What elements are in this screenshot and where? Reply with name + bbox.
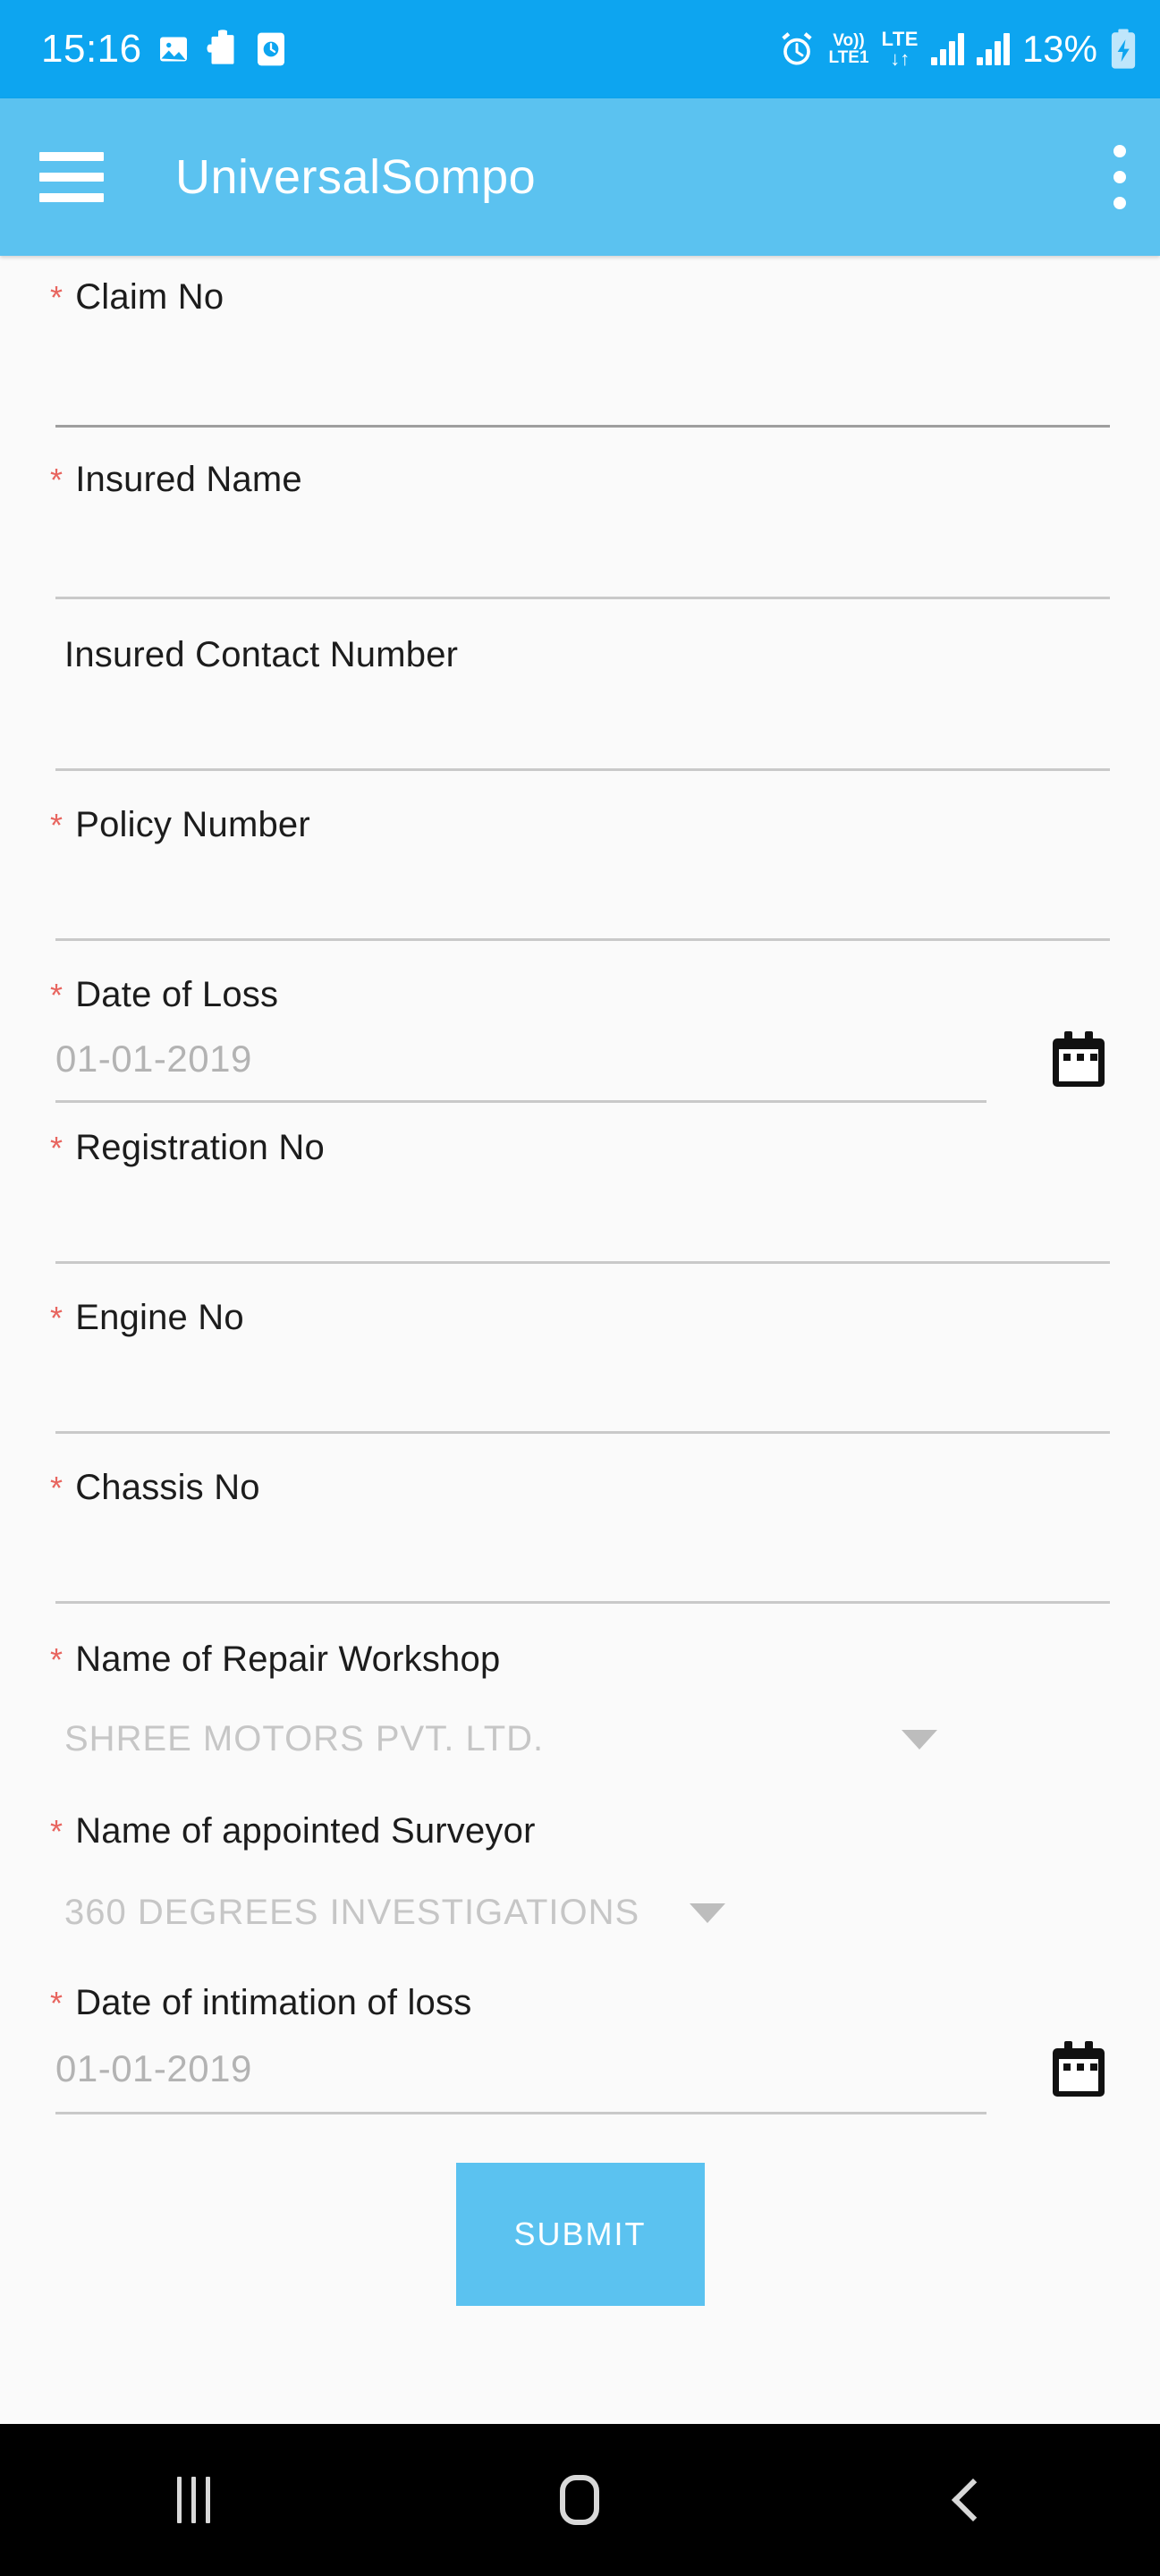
required-asterisk: * (50, 462, 64, 498)
dropdown-value-appointed-surveyor: 360 DEGREES INVESTIGATIONS (64, 1893, 640, 1932)
field-registration-no: * Registration No (0, 1108, 1160, 1264)
input-claim-no[interactable] (0, 318, 1160, 425)
input-date-of-intimation[interactable]: 01-01-2019 (55, 2047, 1037, 2090)
field-date-of-intimation: * Date of intimation of loss 01-01-2019 (0, 1933, 1160, 2120)
label-text: Registration No (75, 1128, 325, 1167)
calendar-icon[interactable] (1053, 2041, 1105, 2097)
label-engine-no: * Engine No (0, 1264, 1160, 1338)
signal-icon-sim2 (976, 33, 1010, 65)
dropdown-value-repair-workshop: SHREE MOTORS PVT. LTD. (64, 1719, 545, 1758)
label-insured-contact-number: Insured Contact Number (0, 599, 1160, 675)
label-text: Policy Number (75, 805, 310, 844)
underline-date-of-loss (55, 1099, 986, 1103)
recents-icon[interactable] (117, 2424, 269, 2576)
home-icon[interactable] (504, 2424, 656, 2576)
app-bar: UniversalSompo (0, 98, 1160, 256)
label-text: Name of Repair Workshop (75, 1640, 501, 1679)
required-asterisk: * (50, 807, 64, 843)
submit-row: SUBMIT (0, 2163, 1160, 2306)
input-insured-contact-number[interactable] (0, 675, 1160, 768)
input-policy-number[interactable] (0, 845, 1160, 938)
signal-icon-sim1 (930, 33, 964, 65)
label-policy-number: * Policy Number (0, 771, 1160, 845)
label-date-of-loss: * Date of Loss (0, 941, 1160, 1015)
label-insured-name: * Insured Name (0, 428, 1160, 500)
field-appointed-surveyor: * Name of appointed Surveyor 360 DEGREES… (0, 1759, 1160, 1933)
calendar-icon[interactable] (1053, 1031, 1105, 1087)
dropdown-repair-workshop[interactable]: SHREE MOTORS PVT. LTD. (0, 1719, 1160, 1759)
overflow-menu-icon[interactable] (1113, 145, 1126, 209)
label-text: Engine No (75, 1298, 244, 1337)
lte-data-icon: LTE ↓↑ (882, 30, 919, 69)
clock-card-icon (257, 32, 284, 66)
required-asterisk: * (50, 1813, 64, 1850)
label-repair-workshop: * Name of Repair Workshop (0, 1604, 1160, 1680)
label-date-of-intimation: * Date of intimation of loss (0, 1933, 1160, 2023)
required-asterisk: * (50, 977, 64, 1013)
field-date-of-loss: * Date of Loss 01-01-2019 (0, 941, 1160, 1108)
underline-date-of-intimation (55, 2111, 986, 2114)
battery-percent-label: 13% (1021, 28, 1097, 70)
label-text: Insured Contact Number (64, 635, 459, 674)
required-asterisk: * (50, 1985, 64, 2021)
label-claim-no: * Claim No (0, 256, 1160, 318)
status-clock: 15:16 (41, 27, 142, 71)
status-bar-left: 15:16 (41, 27, 286, 72)
input-insured-name[interactable] (0, 500, 1160, 597)
required-asterisk: * (50, 279, 64, 316)
input-chassis-no[interactable] (0, 1508, 1160, 1601)
phone-screen: 15:16 Vo)) LTE1 LTE ↓↑ 13% UniversalSomp… (0, 0, 1160, 2576)
input-registration-no[interactable] (0, 1168, 1160, 1261)
volte-top-label: Vo)) (833, 31, 865, 50)
input-date-of-loss[interactable]: 01-01-2019 (55, 1038, 1037, 1080)
chevron-down-icon (902, 1729, 938, 1750)
input-engine-no[interactable] (0, 1338, 1160, 1431)
label-registration-no: * Registration No (0, 1108, 1160, 1168)
label-text: Claim No (75, 277, 224, 317)
volte-bottom-label: LTE1 (828, 48, 869, 67)
submit-button[interactable]: SUBMIT (455, 2163, 705, 2306)
app-title: UniversalSompo (175, 150, 537, 204)
chevron-down-icon (690, 1902, 726, 1923)
field-claim-no: * Claim No (0, 256, 1160, 428)
label-text: Chassis No (75, 1468, 260, 1507)
field-repair-workshop: * Name of Repair Workshop SHREE MOTORS P… (0, 1604, 1160, 1759)
alarm-icon (782, 32, 813, 65)
field-insured-contact-number: Insured Contact Number (0, 599, 1160, 771)
label-chassis-no: * Chassis No (0, 1434, 1160, 1508)
data-arrows-label: ↓↑ (890, 47, 910, 70)
lte-label: LTE (881, 28, 919, 50)
puzzle-icon (207, 30, 234, 64)
back-icon[interactable] (891, 2424, 1043, 2576)
required-asterisk: * (50, 1470, 64, 1506)
claim-form: * Claim No * Insured Name Insured Contac… (0, 256, 1160, 2424)
field-policy-number: * Policy Number (0, 771, 1160, 941)
status-bar-right: Vo)) LTE1 LTE ↓↑ 13% (778, 28, 1137, 71)
battery-charging-icon (1111, 29, 1136, 69)
navigation-bar (0, 2424, 1160, 2576)
required-asterisk: * (50, 1641, 64, 1678)
label-text: Name of appointed Surveyor (75, 1811, 536, 1851)
field-engine-no: * Engine No (0, 1264, 1160, 1434)
image-icon (159, 37, 187, 62)
label-appointed-surveyor: * Name of appointed Surveyor (0, 1759, 1160, 1852)
label-text: Date of Loss (75, 975, 279, 1014)
field-chassis-no: * Chassis No (0, 1434, 1160, 1604)
field-insured-name: * Insured Name (0, 428, 1160, 599)
volte-icon: Vo)) LTE1 (828, 32, 868, 66)
label-text: Insured Name (75, 460, 302, 499)
required-asterisk: * (50, 1300, 64, 1336)
required-asterisk: * (50, 1130, 64, 1166)
hamburger-icon[interactable] (39, 152, 104, 202)
status-bar: 15:16 Vo)) LTE1 LTE ↓↑ 13% (0, 0, 1160, 98)
dropdown-appointed-surveyor[interactable]: 360 DEGREES INVESTIGATIONS (0, 1893, 1160, 1933)
label-text: Date of intimation of loss (75, 1983, 472, 2022)
